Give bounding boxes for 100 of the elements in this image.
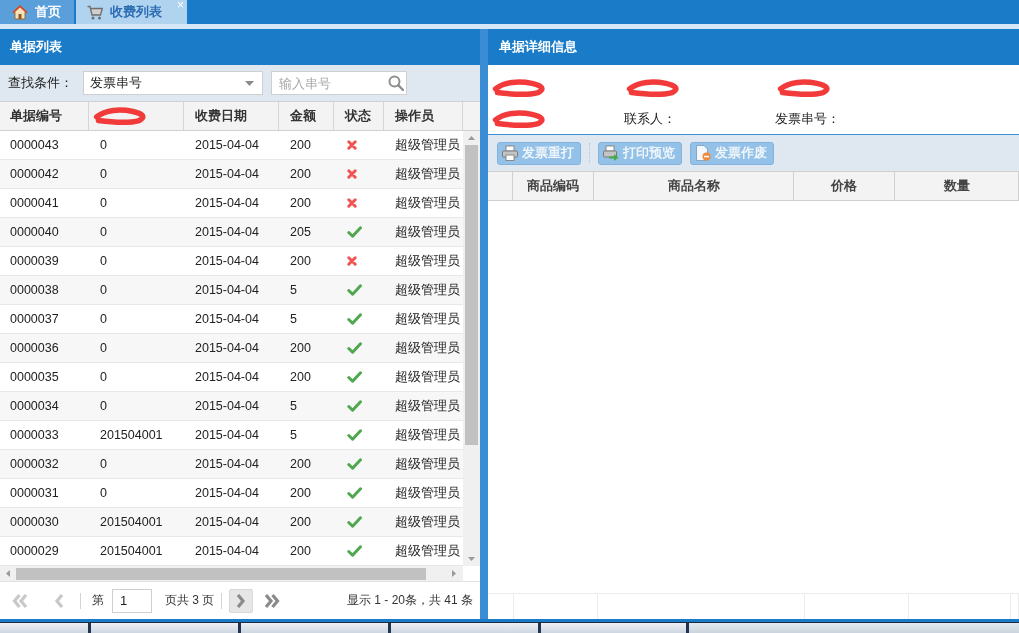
table-cell-text: 2015-04-04 <box>194 544 260 558</box>
table-cell-text: 0000032 <box>9 457 60 471</box>
column-header: 价格 <box>794 172 895 200</box>
table-cell-text: 超级管理员 <box>394 455 461 473</box>
table-cell-text: 2015-04-04 <box>194 138 260 152</box>
table-cell-text: 2015-04-04 <box>194 196 260 210</box>
field-label: 联系人： <box>624 110 676 128</box>
column-header: 状态 <box>334 102 384 130</box>
column-header: 收费日期 <box>184 102 279 130</box>
taskbar-button[interactable] <box>0 623 88 633</box>
table-row[interactable]: 0000030 201504001 2015-04-04 200 超级管理员 <box>0 508 463 537</box>
search-field[interactable]: 输入串号 <box>271 71 407 95</box>
table-cell-text: 超级管理员 <box>394 136 461 154</box>
table-cell-text: 超级管理员 <box>394 281 461 299</box>
table-cell-text: 0 <box>99 138 108 152</box>
table-cell-text: 0 <box>99 341 108 355</box>
table-cell-text: 超级管理员 <box>394 223 461 241</box>
table-cell-text: 5 <box>289 312 298 326</box>
scroll-left-icon[interactable] <box>6 570 10 577</box>
column-header: 数量 <box>895 172 1019 200</box>
column-header: 商品名称 <box>594 172 794 200</box>
table-cell-text: 201504001 <box>99 544 164 558</box>
search-label: 查找条件： <box>8 74 74 92</box>
table-cell-text: 超级管理员 <box>394 339 461 357</box>
table-cell-text: 0 <box>99 457 108 471</box>
table-cell-text: 201504001 <box>99 428 164 442</box>
table-cell-text: 2015-04-04 <box>194 515 260 529</box>
table-cell-text: 200 <box>289 138 312 152</box>
taskbar-button[interactable] <box>391 623 538 633</box>
taskbar-button[interactable] <box>541 623 686 633</box>
scroll-right-icon[interactable] <box>452 570 456 577</box>
chevron-right-icon <box>236 592 247 609</box>
scroll-up-icon[interactable] <box>468 136 475 140</box>
table-cell-text: 超级管理员 <box>394 542 461 560</box>
table-cell-text: 200 <box>289 486 312 500</box>
vertical-scrollbar[interactable] <box>463 131 480 566</box>
table-cell-text: 2015-04-04 <box>194 341 260 355</box>
column-header: 金额 <box>279 102 334 130</box>
table-row[interactable]: 0000040 0 2015-04-04 205 超级管理员 <box>0 218 463 247</box>
table-row[interactable]: 0000042 0 2015-04-04 200 超级管理员 <box>0 160 463 189</box>
table-cell-text: 0 <box>99 399 108 413</box>
table-cell-text: 0000040 <box>9 225 60 239</box>
scrollbar-thumb[interactable] <box>16 567 426 580</box>
table-cell-text: 0000033 <box>9 428 60 442</box>
page-summary: 显示 1 - 20条，共 41 条 <box>346 592 473 609</box>
table-cell-text: 200 <box>289 196 312 210</box>
double-chevron-right-icon <box>264 592 281 609</box>
table-cell-text: 超级管理员 <box>394 310 461 328</box>
printer-icon <box>502 145 518 161</box>
table-cell-text: 200 <box>289 515 312 529</box>
table-cell-text: 超级管理员 <box>394 484 461 502</box>
house-icon <box>12 4 28 20</box>
table-cell-text: 超级管理员 <box>394 252 461 270</box>
page-label: 第 <box>92 592 104 609</box>
table-cell-text: 205 <box>289 225 312 239</box>
table-row[interactable]: 0000038 0 2015-04-04 5 超级管理员 <box>0 276 463 305</box>
table-row[interactable]: 0000032 0 2015-04-04 200 超级管理员 <box>0 450 463 479</box>
table-cell-text: 201504001 <box>99 515 164 529</box>
table-cell-text: 5 <box>289 283 298 297</box>
table-cell-text: 0000036 <box>9 341 60 355</box>
table-cell-text: 0 <box>99 312 108 326</box>
search-icon[interactable] <box>388 75 404 91</box>
page-count-label: 页共 3 页 <box>165 592 215 609</box>
horizontal-scrollbar[interactable] <box>0 566 463 581</box>
next-page-button[interactable] <box>229 588 254 613</box>
column-header: 操作员 <box>384 102 463 130</box>
table-cell-text: 2015-04-04 <box>194 457 260 471</box>
table-cell-text: 0000039 <box>9 254 60 268</box>
table-cell-text: 0000042 <box>9 167 60 181</box>
table-cell-text: 0000034 <box>9 399 60 413</box>
double-chevron-left-icon <box>12 592 28 609</box>
table-cell-text: 2015-04-04 <box>194 399 260 413</box>
printer-arrow-icon <box>603 145 619 161</box>
table-cell-text: 200 <box>289 167 312 181</box>
taskbar-button[interactable] <box>241 623 388 633</box>
table-cell-text: 0000037 <box>9 312 60 326</box>
scrollbar-thumb[interactable] <box>465 145 478 445</box>
table-cell-text: 2015-04-04 <box>194 312 260 326</box>
table-cell-text: 2015-04-04 <box>194 370 260 384</box>
taskbar-button[interactable] <box>91 623 238 633</box>
table-cell-text: 0 <box>99 196 108 210</box>
table-cell-text: 200 <box>289 341 312 355</box>
table-cell-text: 200 <box>289 544 312 558</box>
table-cell-text: 0 <box>99 225 108 239</box>
table-cell-text: 0 <box>99 167 108 181</box>
table-cell-text: 2015-04-04 <box>194 167 260 181</box>
table-cell-text: 0000035 <box>9 370 60 384</box>
table-cell-text: 5 <box>289 399 298 413</box>
table-cell-text: 超级管理员 <box>394 426 461 444</box>
table-cell-text: 超级管理员 <box>394 513 461 531</box>
page-input[interactable]: 1 <box>112 588 152 613</box>
table-cell-text: 超级管理员 <box>394 368 461 386</box>
table-row[interactable]: 0000034 0 2015-04-04 5 超级管理员 <box>0 392 463 421</box>
table-cell-text: 5 <box>289 428 298 442</box>
filter-dropdown[interactable]: 发票串号 <box>83 71 263 95</box>
scroll-down-icon[interactable] <box>468 557 475 561</box>
table-cell-text: 0000029 <box>9 544 60 558</box>
column-header: 单据编号 <box>0 102 89 130</box>
table-cell-text: 超级管理员 <box>394 194 461 212</box>
table-row[interactable]: 0000036 0 2015-04-04 200 超级管理员 <box>0 334 463 363</box>
